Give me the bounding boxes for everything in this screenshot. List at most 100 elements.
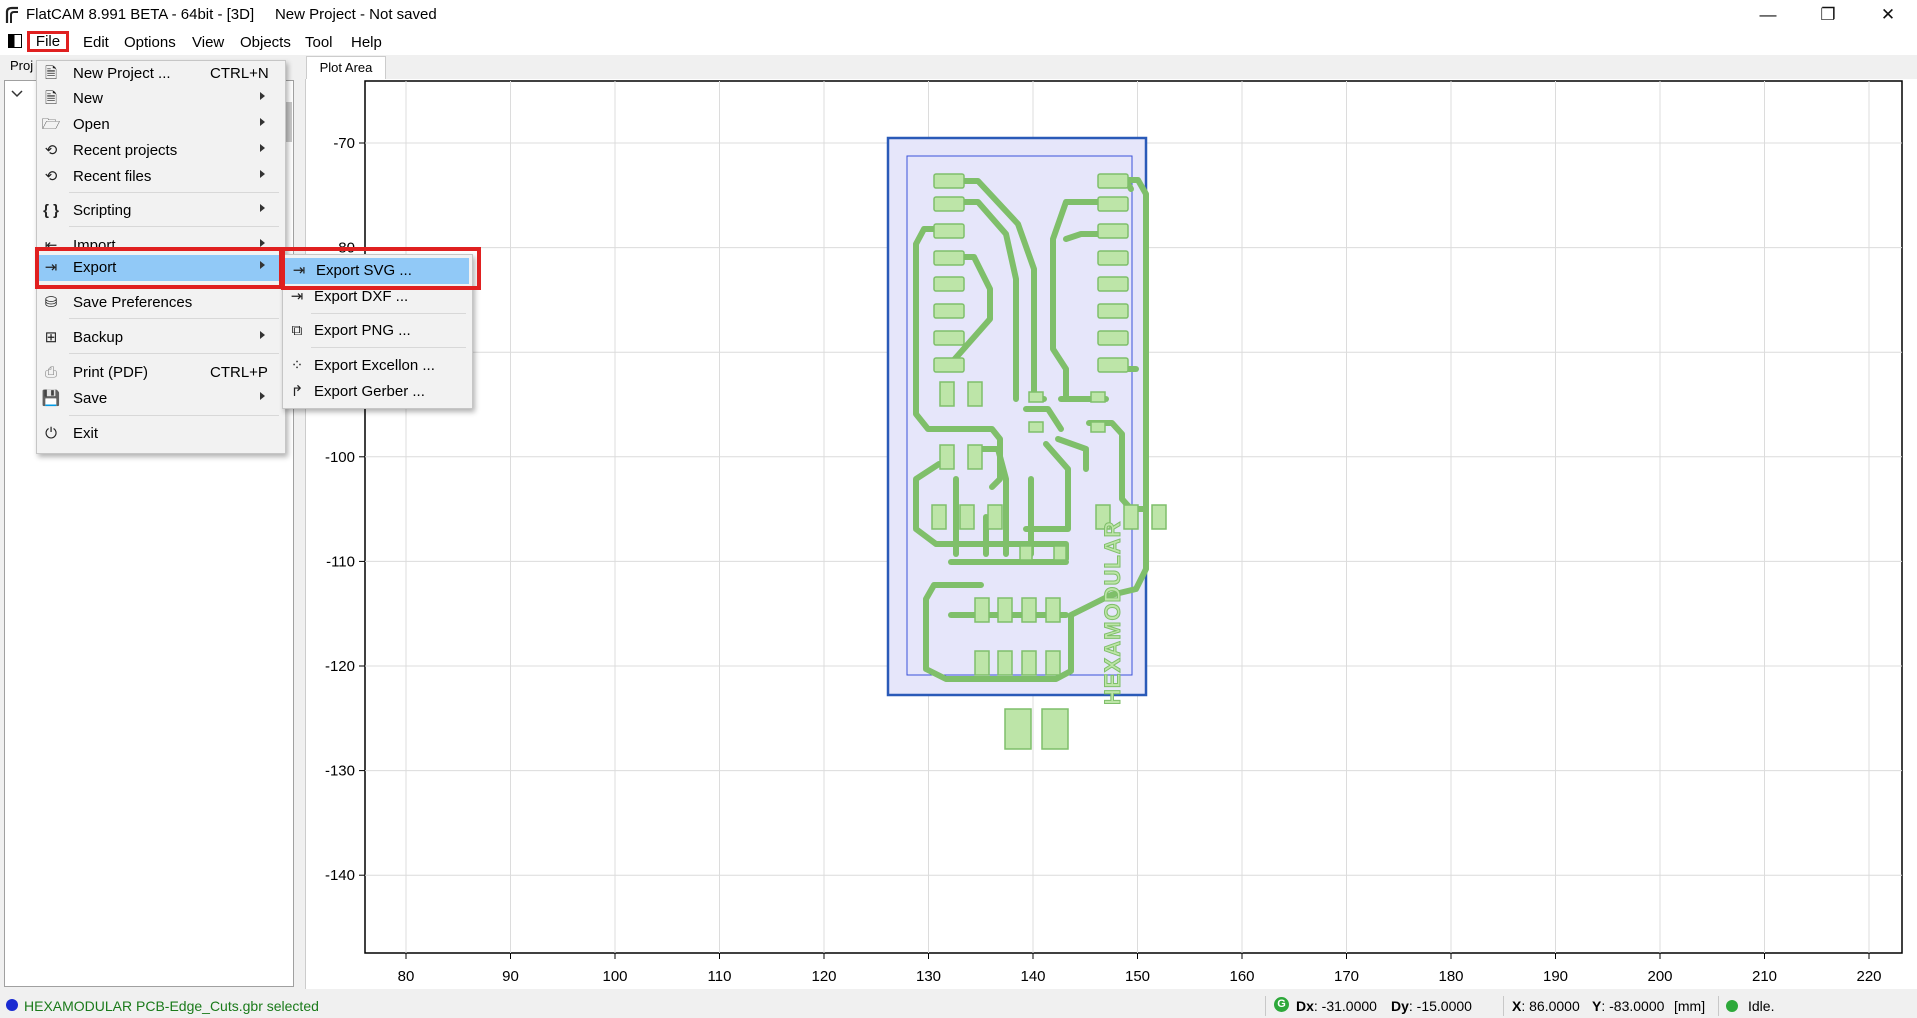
maximize-button[interactable]: ❐ xyxy=(1798,0,1858,30)
x-tick-label: 180 xyxy=(1438,968,1463,985)
y-tick-label: -110 xyxy=(326,553,355,570)
menu-item-export-png[interactable]: ⧉ Export PNG ... xyxy=(283,318,472,344)
x-tick-label: 100 xyxy=(602,968,627,985)
new-project-icon: 🗎 xyxy=(44,65,58,82)
floppy-icon: 💾 xyxy=(41,390,61,407)
y-readout: Y: -83.0000 xyxy=(1592,998,1664,1014)
x-label: X xyxy=(1512,998,1522,1014)
app-state: Idle. xyxy=(1748,998,1775,1014)
plot-svg: 80 90 100 110 120 130 140 150 160 170 180 190 200 210… xyxy=(325,80,1903,985)
menu-item-export-excellon[interactable]: ⁘ Export Excellon ... xyxy=(283,353,472,379)
menu-item-label: Export DXF ... xyxy=(314,288,409,305)
drill-icon: ⁘ xyxy=(290,357,304,374)
menu-item-save-preferences[interactable]: ⛁ Save Preferences xyxy=(37,290,285,316)
pcb-board: HEXAMODULAR xyxy=(886,136,1167,750)
menu-item-print-pdf[interactable]: ⎙ Print (PDF) CTRL+P xyxy=(37,360,285,386)
menu-item-backup[interactable]: ⊞ Backup xyxy=(37,325,285,351)
submenu-arrow-icon xyxy=(260,118,265,126)
menu-tool[interactable]: Tool xyxy=(301,33,337,52)
menu-item-save[interactable]: 💾 Save xyxy=(37,386,285,412)
menu-item-shortcut: CTRL+P xyxy=(210,364,268,381)
x-tick-label: 200 xyxy=(1647,968,1672,985)
x-tick-label: 140 xyxy=(1020,968,1045,985)
y-tick-label: -70 xyxy=(333,135,355,152)
x-tick-label: 160 xyxy=(1229,968,1254,985)
menu-item-recent-files[interactable]: ⟲ Recent files xyxy=(37,164,285,190)
dy-readout: Dy: -15.0000 xyxy=(1391,998,1472,1014)
x-tick-label: 220 xyxy=(1856,968,1881,985)
recent-icon: ⟲ xyxy=(44,168,58,185)
y-tick-label: -130 xyxy=(325,763,355,780)
menu-help[interactable]: Help xyxy=(347,33,386,52)
x-tick-label: 150 xyxy=(1125,968,1150,985)
window-title: FlatCAM 8.991 BETA - 64bit - [3D] New Pr… xyxy=(26,6,437,23)
menu-item-label: Recent files xyxy=(73,168,152,185)
menu-separator xyxy=(69,353,279,354)
plot-canvas[interactable]: 80 90 100 110 120 130 140 150 160 170 180 190 200 210… xyxy=(305,79,1917,989)
menu-separator xyxy=(311,347,466,348)
x-tick-label: 210 xyxy=(1752,968,1777,985)
printer-icon: ⎙ xyxy=(44,364,57,381)
menu-separator xyxy=(69,415,279,416)
menu-separator xyxy=(311,313,466,314)
menu-item-scripting[interactable]: { } Scripting xyxy=(37,198,285,224)
menu-objects[interactable]: Objects xyxy=(236,33,295,52)
submenu-arrow-icon xyxy=(260,204,265,212)
project-tab[interactable]: Proj xyxy=(10,58,33,73)
toggle-panel-icon[interactable] xyxy=(8,34,22,48)
menu-item-export-gerber[interactable]: ↱ Export Gerber ... xyxy=(283,379,472,405)
menu-file[interactable]: File xyxy=(27,31,69,52)
gerber-icon: ↱ xyxy=(290,383,304,400)
submenu-arrow-icon xyxy=(260,144,265,152)
braces-icon: { } xyxy=(43,202,59,219)
title-bar: FlatCAM 8.991 BETA - 64bit - [3D] New Pr… xyxy=(0,0,1917,30)
submenu-arrow-icon xyxy=(260,92,265,100)
menu-separator xyxy=(69,192,279,193)
menu-item-label: Recent projects xyxy=(73,142,178,159)
y-tick-label: -140 xyxy=(325,867,355,884)
x-readout: X: 86.0000 xyxy=(1512,998,1580,1014)
menu-item-shortcut: CTRL+N xyxy=(210,65,269,82)
menu-item-new-project[interactable]: 🗎 New Project ... CTRL+N xyxy=(37,61,285,87)
menu-item-label: New xyxy=(73,90,104,107)
menu-separator xyxy=(69,226,279,227)
menu-item-exit[interactable]: ⏻ Exit xyxy=(37,421,285,447)
x-tick-label: 80 xyxy=(398,968,415,985)
menu-options[interactable]: Options xyxy=(120,33,180,52)
y-label: Y xyxy=(1592,998,1602,1014)
menu-item-recent-projects[interactable]: ⟲ Recent projects xyxy=(37,138,285,164)
new-icon: 🗎 xyxy=(44,90,58,107)
chevron-down-icon[interactable] xyxy=(11,89,23,99)
export-icon: ⇥ xyxy=(290,288,304,305)
status-separator xyxy=(1503,996,1504,1016)
menu-edit[interactable]: Edit xyxy=(79,33,113,52)
open-folder-icon: 🗁 xyxy=(41,116,61,133)
submenu-arrow-icon xyxy=(260,392,265,400)
x-tick-label: 190 xyxy=(1543,968,1568,985)
grid-snap-icon[interactable]: G xyxy=(1274,997,1289,1012)
flatcam-logo-icon xyxy=(5,6,18,23)
menu-view[interactable]: View xyxy=(188,33,228,52)
status-message: HEXAMODULAR PCB-Edge_Cuts.gbr selected xyxy=(24,998,319,1014)
x-tick-label: 130 xyxy=(916,968,941,985)
submenu-arrow-icon xyxy=(260,170,265,178)
export-highlight-box xyxy=(35,247,283,289)
menu-item-open[interactable]: 🗁 Open xyxy=(37,112,285,138)
image-export-icon: ⧉ xyxy=(291,322,303,339)
menu-item-label: Open xyxy=(73,116,110,133)
recent-icon: ⟲ xyxy=(44,142,58,159)
menu-item-new[interactable]: 🗎 New xyxy=(37,86,285,112)
database-icon: ⛁ xyxy=(44,294,58,311)
close-button[interactable]: ✕ xyxy=(1858,0,1917,30)
dx-value: : -31.0000 xyxy=(1313,998,1377,1014)
x-tick-label: 90 xyxy=(502,968,519,985)
plot-area-tab[interactable]: Plot Area xyxy=(306,56,386,80)
export-svg-highlight-box xyxy=(281,247,481,290)
minimize-button[interactable]: — xyxy=(1738,0,1798,30)
backup-icon: ⊞ xyxy=(44,329,58,346)
y-tick-label: -120 xyxy=(325,658,355,675)
menu-item-label: New Project ... xyxy=(73,65,171,82)
menu-item-label: Export PNG ... xyxy=(314,322,411,339)
menu-item-label: Backup xyxy=(73,329,124,346)
status-bar: HEXAMODULAR PCB-Edge_Cuts.gbr selected G… xyxy=(0,994,1917,1018)
